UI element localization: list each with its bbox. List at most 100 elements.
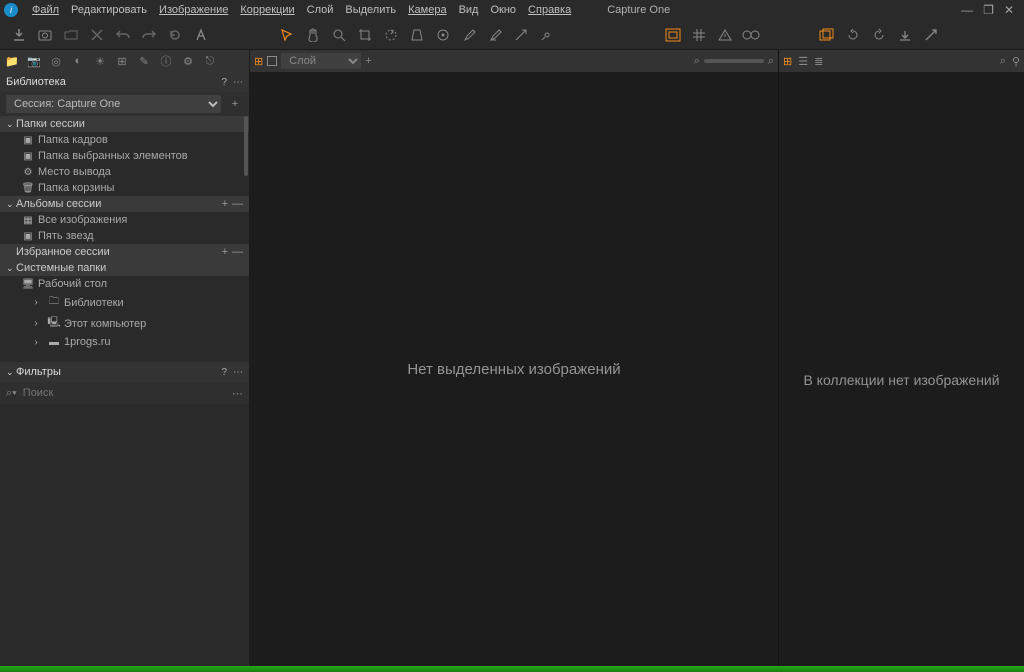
menu-window[interactable]: Окно [484,2,522,18]
browser-grid-icon[interactable]: ⊞ [783,55,792,68]
library-title: Библиотека [6,76,215,88]
layer-select[interactable]: Слой [281,53,361,69]
item-selects-folder[interactable]: ▣Папка выбранных элементов [0,148,249,164]
menu-layer[interactable]: Слой [301,2,340,18]
rotate-right-button[interactable] [868,24,890,46]
browser-search-icon[interactable]: ⚲ [1012,55,1020,68]
section-session-albums[interactable]: ⌄ Альбомы сессии + — [0,196,249,212]
rotate-left-button[interactable] [842,24,864,46]
cursor-tool[interactable] [276,24,298,46]
library-panel-header: Библиотека ? ⋯ [0,72,249,92]
menu-corrections[interactable]: Коррекции [234,2,300,18]
viewer-grid-icon[interactable]: ⊞ [254,55,263,68]
session-select[interactable]: Сессия: Capture One [6,95,221,113]
keystone-tool[interactable] [406,24,428,46]
filters-search-menu[interactable]: ⋯ [232,387,243,400]
item-all-images[interactable]: ▦Все изображения [0,212,249,228]
capture-button[interactable] [34,24,56,46]
radial-tool[interactable] [536,24,558,46]
workspace-button[interactable] [816,24,838,46]
import-button[interactable] [8,24,30,46]
item-site[interactable]: ›▬1progs.ru [0,334,249,348]
browser-empty-label: В коллекции нет изображений [779,72,1024,666]
window-minimize[interactable]: — [961,3,973,17]
spot-tool[interactable] [432,24,454,46]
tree-scrollbar[interactable] [244,116,248,348]
item-desktop[interactable]: 🖥Рабочий стол [0,276,249,292]
menu-view[interactable]: Вид [453,2,485,18]
tool-tab-strip: 📁 📷 ◎ ◐ ☀ ⊞ ✎ ⓘ ⚙ ⎋ [0,50,249,72]
item-this-pc[interactable]: ›🖳Этот компьютер [0,313,249,334]
viewer-single-icon[interactable] [267,56,277,66]
library-tree: ⌄ Папки сессии ▣Папка кадров ▣Папка выбр… [0,116,249,348]
viewer-fit-icon[interactable]: ⌕ [768,55,774,68]
tab-library-icon[interactable]: 📁 [4,53,20,69]
tab-details-icon[interactable]: ⊞ [114,53,130,69]
zoom-tool[interactable] [328,24,350,46]
brush-tool[interactable] [458,24,480,46]
crop-tool[interactable] [354,24,376,46]
section-favorites[interactable]: Избранное сессии + — [0,244,249,260]
warning-button[interactable] [714,24,736,46]
browser-list-icon[interactable]: ☰ [798,55,808,68]
preview-button[interactable] [740,24,762,46]
annotate-button[interactable] [190,24,212,46]
item-trash-folder[interactable]: 🗑Папка корзины [0,180,249,196]
tab-output-icon[interactable]: ⎋ [202,53,218,69]
share-button[interactable] [920,24,942,46]
add-layer-button[interactable]: + [365,55,371,67]
content: 📁 📷 ◎ ◐ ☀ ⊞ ✎ ⓘ ⚙ ⎋ Библиотека ? ⋯ Сесси… [0,50,1024,666]
tab-settings-icon[interactable]: ⚙ [180,53,196,69]
remove-album-button[interactable]: — [232,198,243,210]
item-five-stars[interactable]: ▣Пять звезд [0,228,249,244]
library-help[interactable]: ? [221,77,227,88]
add-favorite-button[interactable]: + [222,246,228,258]
new-session-button[interactable]: + [227,98,243,110]
grid-button[interactable] [688,24,710,46]
window-maximize[interactable]: ❐ [983,3,994,17]
filters-menu[interactable]: ⋯ [233,367,243,378]
tab-local-icon[interactable]: ✎ [136,53,152,69]
menu-help[interactable]: Справка [522,2,577,18]
search-icon: ⌕▾ [6,387,17,400]
open-button[interactable] [60,24,82,46]
add-album-button[interactable]: + [222,198,228,210]
tab-lens-icon[interactable]: ◎ [48,53,64,69]
remove-favorite-button[interactable]: — [232,246,243,258]
item-output-folder[interactable]: ⚙Место вывода [0,164,249,180]
menu-select[interactable]: Выделить [339,2,402,18]
menu-camera[interactable]: Камера [402,2,452,18]
focus-mask-button[interactable] [662,24,684,46]
item-libraries[interactable]: ›🗀Библиотеки [0,292,249,313]
tab-color-icon[interactable]: ◐ [70,53,86,69]
filters-help[interactable]: ? [221,367,227,378]
item-capture-folder[interactable]: ▣Папка кадров [0,132,249,148]
menu-edit[interactable]: Редактировать [65,2,153,18]
menu-image[interactable]: Изображение [153,2,234,18]
section-system-folders[interactable]: ⌄ Системные папки [0,260,249,276]
redo-button[interactable] [138,24,160,46]
filters-search-input[interactable] [21,385,226,401]
hand-tool[interactable] [302,24,324,46]
browser-details-icon[interactable]: ≣ [814,55,823,68]
undo-button[interactable] [112,24,134,46]
rotate-tool[interactable] [380,24,402,46]
viewer-zoom-icon[interactable]: ⌕ [694,55,700,68]
tab-exposure-icon[interactable]: ☀ [92,53,108,69]
app-icon: i [4,3,18,17]
computer-icon: 🖳 [46,315,62,332]
tab-capture-icon[interactable]: 📷 [26,53,42,69]
section-session-folders[interactable]: ⌄ Папки сессии [0,116,249,132]
menu-file[interactable]: Файл [26,2,65,18]
gradient-tool[interactable] [510,24,532,46]
eraser-tool[interactable] [484,24,506,46]
delete-button[interactable] [86,24,108,46]
reset-button[interactable] [164,24,186,46]
browser-filter-icon[interactable]: ⌕ [1000,55,1006,68]
window-close[interactable]: ✕ [1004,3,1014,17]
viewer-zoom-slider[interactable] [704,59,764,63]
process-button[interactable] [894,24,916,46]
os-taskbar [0,666,1024,672]
tab-info-icon[interactable]: ⓘ [158,53,174,69]
library-menu[interactable]: ⋯ [233,77,243,88]
